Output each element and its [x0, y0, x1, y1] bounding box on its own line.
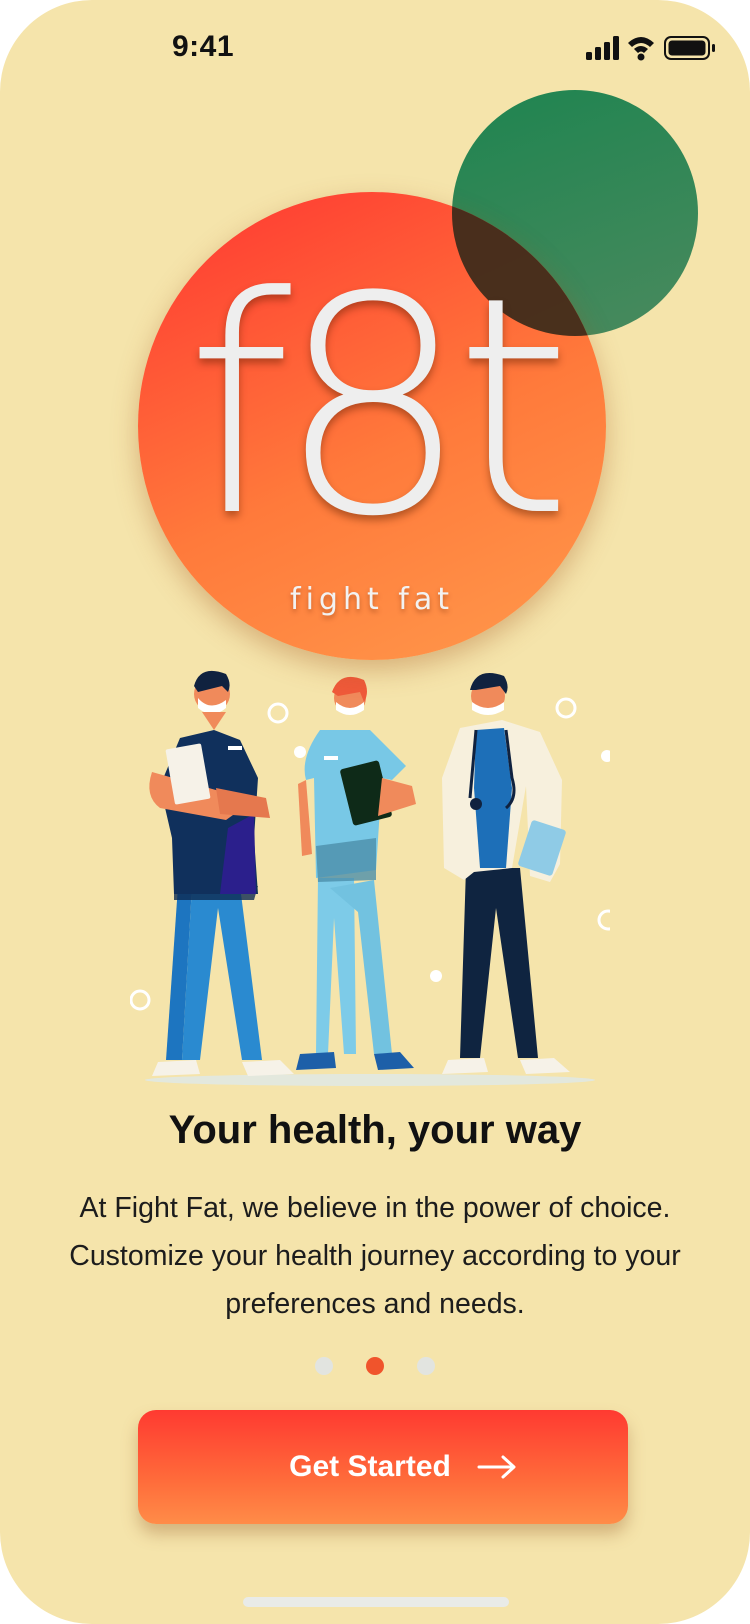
get-started-label: Get Started [289, 1450, 451, 1483]
description: At Fight Fat, we believe in the power of… [40, 1184, 710, 1328]
headline: Your health, your way [168, 1108, 582, 1152]
phone-screen: 9:41 f8t fight fat Your health, your way… [0, 0, 750, 1624]
pager-dots [0, 1357, 750, 1377]
home-indicator[interactable] [243, 1597, 509, 1607]
logo-tagline: fight fat [290, 582, 454, 617]
logo-wordmark: f8t [185, 233, 572, 582]
medical-staff-illustration [130, 670, 610, 1086]
pager-dot-3[interactable] [417, 1357, 435, 1375]
description-line-2: Customize your health journey according … [69, 1240, 681, 1272]
pager-dot-1[interactable] [315, 1357, 333, 1375]
get-started-button[interactable]: Get Started [138, 1410, 628, 1524]
doctor-right-figure [442, 673, 570, 1074]
description-line-3: preferences and needs. [225, 1288, 525, 1320]
doctor-left-figure [149, 670, 294, 1076]
nurse-center-figure [296, 676, 416, 1070]
description-line-1: At Fight Fat, we believe in the power of… [79, 1192, 671, 1224]
arrow-right-icon [477, 1455, 516, 1479]
pager-dot-2-active[interactable] [366, 1357, 384, 1375]
